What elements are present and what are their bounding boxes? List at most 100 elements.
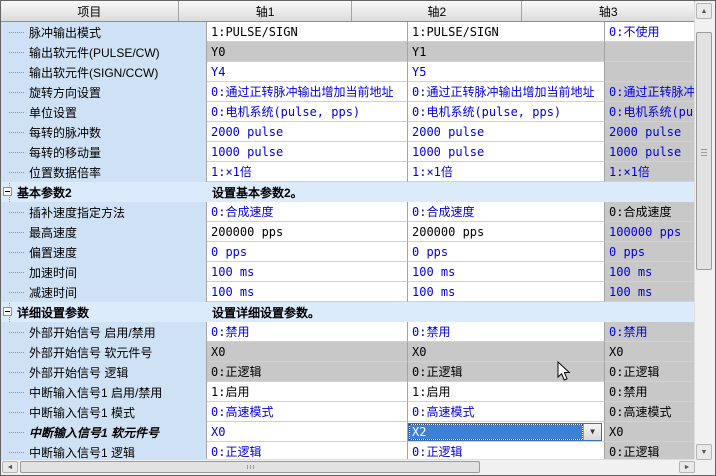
- cell-axis2[interactable]: 100 ms: [408, 282, 605, 302]
- collapse-minus-icon[interactable]: [3, 307, 12, 316]
- chevron-down-icon[interactable]: ▼: [583, 424, 601, 440]
- tree-branch-line: [9, 272, 24, 273]
- cell-axis3[interactable]: 1:×1倍: [605, 162, 695, 182]
- cell-axis1[interactable]: 100 ms: [207, 262, 408, 282]
- item-label-cell[interactable]: 偏置速度: [1, 242, 207, 262]
- header-axis2-column[interactable]: 轴2: [352, 1, 522, 21]
- combobox-edit-area[interactable]: X2: [409, 424, 583, 440]
- device-number-combobox[interactable]: X2▼: [408, 423, 602, 441]
- cell-axis3[interactable]: [605, 42, 695, 62]
- parameter-row: 偏置速度0 pps0 pps0 pps: [1, 242, 695, 262]
- cell-axis2[interactable]: 2000 pulse: [408, 122, 605, 142]
- cell-axis1[interactable]: 0:正逻辑: [207, 362, 408, 382]
- cell-axis1[interactable]: 2000 pulse: [207, 122, 408, 142]
- item-label-cell[interactable]: 位置数据倍率: [1, 162, 207, 182]
- item-label-cell[interactable]: 单位设置: [1, 102, 207, 122]
- cell-axis2[interactable]: 100 ms: [408, 262, 605, 282]
- cell-axis2[interactable]: 200000 pps: [408, 222, 605, 242]
- cell-axis2[interactable]: X0: [408, 342, 605, 362]
- collapse-minus-icon[interactable]: [3, 187, 12, 196]
- horizontal-scroll-thumb[interactable]: [20, 461, 480, 473]
- cell-axis1[interactable]: Y4: [207, 62, 408, 82]
- cell-axis1[interactable]: Y0: [207, 42, 408, 62]
- section-label-cell[interactable]: 基本参数2: [1, 182, 207, 202]
- cell-axis3[interactable]: 0:合成速度: [605, 202, 695, 222]
- vertical-scrollbar[interactable]: ▲ ▼: [694, 2, 714, 461]
- cell-axis1[interactable]: 0:高速模式: [207, 402, 408, 422]
- section-label-cell[interactable]: 详细设置参数: [1, 302, 207, 322]
- scroll-up-button[interactable]: ▲: [696, 3, 712, 19]
- cell-axis2[interactable]: 0:高速模式: [408, 402, 605, 422]
- cell-axis2[interactable]: 1000 pulse: [408, 142, 605, 162]
- item-label-cell[interactable]: 每转的脉冲数: [1, 122, 207, 142]
- cell-axis3[interactable]: 100 ms: [605, 262, 695, 282]
- item-label-cell[interactable]: 插补速度指定方法: [1, 202, 207, 222]
- scroll-down-button[interactable]: ▼: [696, 444, 712, 460]
- scroll-right-button[interactable]: ►: [679, 461, 695, 473]
- cell-axis1[interactable]: 200000 pps: [207, 222, 408, 242]
- cell-axis2[interactable]: 0:通过正转脉冲输出增加当前地址: [408, 82, 605, 102]
- cell-axis3[interactable]: 0:不使用: [605, 22, 695, 42]
- thumb-grip: [250, 465, 251, 469]
- header-axis1-column[interactable]: 轴1: [179, 1, 353, 21]
- cell-axis2[interactable]: 0:合成速度: [408, 202, 605, 222]
- cell-axis2[interactable]: X2▼: [408, 422, 605, 442]
- cell-axis1[interactable]: 1:启用: [207, 382, 408, 402]
- cell-axis1[interactable]: X0: [207, 422, 408, 442]
- item-label-cell[interactable]: 中断输入信号1 软元件号: [1, 422, 207, 442]
- item-label-cell[interactable]: 中断输入信号1 启用/禁用: [1, 382, 207, 402]
- cell-axis3[interactable]: 2000 pulse: [605, 122, 695, 142]
- item-label-cell[interactable]: 旋转方向设置: [1, 82, 207, 102]
- scroll-left-button[interactable]: ◄: [2, 461, 18, 473]
- cell-axis1[interactable]: 100 ms: [207, 282, 408, 302]
- cell-axis3[interactable]: 0:禁用: [605, 382, 695, 402]
- horizontal-scrollbar[interactable]: ◄ ►: [2, 459, 695, 474]
- item-label-cell[interactable]: 输出软元件(SIGN/CCW): [1, 62, 207, 82]
- cell-axis1[interactable]: 0:通过正转脉冲输出增加当前地址: [207, 82, 408, 102]
- item-label-cell[interactable]: 加速时间: [1, 262, 207, 282]
- header-axis3-column[interactable]: 轴3: [522, 1, 695, 21]
- item-label-cell[interactable]: 每转的移动量: [1, 142, 207, 162]
- vertical-scroll-thumb[interactable]: [696, 32, 712, 270]
- cell-axis1[interactable]: 0:电机系统(pulse, pps): [207, 102, 408, 122]
- cell-axis2[interactable]: 0 pps: [408, 242, 605, 262]
- cell-axis3[interactable]: 1000 pulse: [605, 142, 695, 162]
- cell-axis2[interactable]: 1:启用: [408, 382, 605, 402]
- cell-axis1[interactable]: 0 pps: [207, 242, 408, 262]
- cell-axis3[interactable]: 100000 pps: [605, 222, 695, 242]
- item-label-cell[interactable]: 输出软元件(PULSE/CW): [1, 42, 207, 62]
- item-label-cell[interactable]: 中断输入信号1 模式: [1, 402, 207, 422]
- item-label-cell[interactable]: 外部开始信号 逻辑: [1, 362, 207, 382]
- item-label-cell[interactable]: 外部开始信号 启用/禁用: [1, 322, 207, 342]
- item-label: 中断输入信号1 软元件号: [1, 424, 159, 441]
- tree-branch-line: [9, 392, 24, 393]
- cell-axis3[interactable]: 0:通过正转脉冲输出增加当前地址: [605, 82, 695, 102]
- cell-axis2[interactable]: Y1: [408, 42, 605, 62]
- cell-axis3[interactable]: 0:禁用: [605, 322, 695, 342]
- cell-axis2[interactable]: 1:PULSE/SIGN: [408, 22, 605, 42]
- cell-axis1[interactable]: 1:×1倍: [207, 162, 408, 182]
- cell-axis2[interactable]: 1:×1倍: [408, 162, 605, 182]
- cell-axis2[interactable]: Y5: [408, 62, 605, 82]
- cell-axis3[interactable]: 0:电机系统(pulse, pps): [605, 102, 695, 122]
- item-label-cell[interactable]: 最高速度: [1, 222, 207, 242]
- item-label-cell[interactable]: 外部开始信号 软元件号: [1, 342, 207, 362]
- cell-axis1[interactable]: 0:合成速度: [207, 202, 408, 222]
- cell-axis3[interactable]: X0: [605, 342, 695, 362]
- cell-axis3[interactable]: X0: [605, 422, 695, 442]
- cell-axis3[interactable]: 0 pps: [605, 242, 695, 262]
- cell-axis2[interactable]: 0:禁用: [408, 322, 605, 342]
- cell-axis2[interactable]: 0:正逻辑: [408, 362, 605, 382]
- item-label-cell[interactable]: 减速时间: [1, 282, 207, 302]
- cell-axis3[interactable]: 0:高速模式: [605, 402, 695, 422]
- cell-axis1[interactable]: 1000 pulse: [207, 142, 408, 162]
- cell-axis3[interactable]: 0:正逻辑: [605, 362, 695, 382]
- cell-axis2[interactable]: 0:电机系统(pulse, pps): [408, 102, 605, 122]
- cell-axis3[interactable]: [605, 62, 695, 82]
- cell-axis3[interactable]: 100 ms: [605, 282, 695, 302]
- cell-axis1[interactable]: 0:禁用: [207, 322, 408, 342]
- cell-axis1[interactable]: X0: [207, 342, 408, 362]
- cell-axis1[interactable]: 1:PULSE/SIGN: [207, 22, 408, 42]
- header-item-column[interactable]: 项目: [1, 1, 179, 21]
- item-label-cell[interactable]: 脉冲输出模式: [1, 22, 207, 42]
